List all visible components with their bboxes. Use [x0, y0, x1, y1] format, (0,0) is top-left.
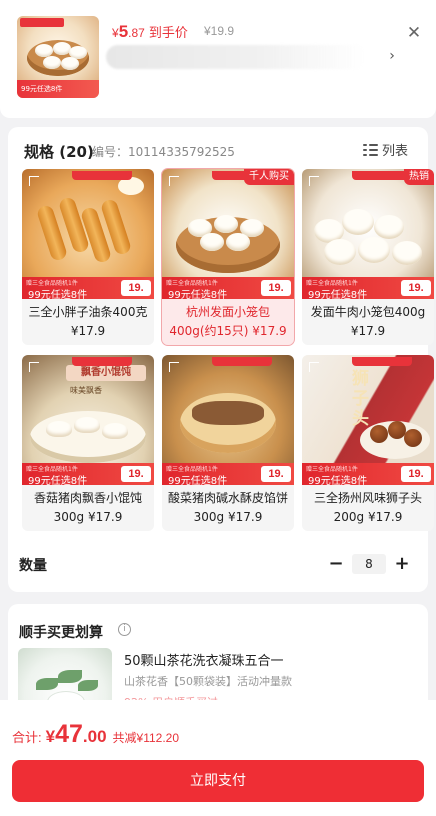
checkout-bar: 合计: ¥ 47 .00 共减¥112.20 立即支付 [0, 700, 436, 816]
quantity-increase-button[interactable]: + [392, 554, 412, 574]
spec-option-label: 发面牛肉小笼包400g ¥17.9 [310, 305, 426, 338]
total-decimal: .00 [82, 727, 107, 746]
price-chip: 19. [261, 466, 291, 482]
image-title-text: 飘香小馄饨 [66, 365, 146, 381]
total-price: 合计: ¥ 47 .00 共减¥112.20 [12, 720, 179, 749]
popular-badge: 千人购买 [244, 169, 294, 185]
promo-text: 99元任选8件 [28, 290, 88, 299]
bundle-title: 顺手买更划算 [19, 625, 103, 641]
spec-option-label: 三全扬州风味狮子头200g ¥17.9 [313, 491, 422, 524]
price-chip: 19. [401, 280, 431, 296]
total-saved: 共减¥112.20 [112, 731, 180, 745]
bun-graphic [61, 57, 79, 70]
list-toggle-label: 列表 [381, 144, 408, 159]
promo-strip: 赠三全食品随机1件 99元任选8件 19. [162, 463, 294, 485]
list-icon [362, 143, 378, 156]
spec-option-label: 杭州发面小笼包400g(约15只) ¥17.9 [169, 305, 287, 338]
bundle-product-sub: 山茶花香【50颗袋装】活动冲量款 [124, 675, 292, 688]
total-integer: 47 [55, 720, 83, 748]
price-chip: 19. [121, 280, 151, 296]
spec-option-selected[interactable]: 千人购买 赠三全食品随机1件 99元任选8件 19. 杭州发面小笼包400g(约… [161, 168, 295, 346]
expand-icon[interactable] [29, 176, 39, 186]
price-currency: ¥ [112, 26, 119, 40]
expand-icon[interactable] [169, 362, 179, 372]
spec-number: 编号：10114335792525 [92, 143, 235, 160]
hot-badge: 热销 [404, 169, 434, 185]
quantity-label: 数量 [19, 558, 47, 574]
spec-option-label: 香菇猪肉飘香小馄饨300g ¥17.9 [33, 491, 142, 524]
promo-text: 99元任选8件 [308, 290, 368, 299]
spec-option[interactable]: 赠三全食品随机1件 99元任选8件 19. 酸菜猪肉碱水酥皮馅饼300g ¥17… [162, 355, 294, 531]
blurred-info-bar [106, 45, 366, 69]
spec-option-label: 酸菜猪肉碱水酥皮馅饼300g ¥17.9 [167, 491, 288, 524]
bundle-product-name[interactable]: 50颗山茶花洗衣凝珠五合一 [124, 650, 284, 669]
promo-text: 99元任选8件 [28, 476, 88, 485]
expand-icon[interactable] [29, 362, 39, 372]
thumbnail-promo: 99元任选8件 [17, 80, 99, 98]
spec-option[interactable]: 热销 赠三全食品随机1件 99元任选8件 19. 发面牛肉小笼包400g ¥17… [302, 169, 434, 345]
thumbnail-tag [20, 18, 64, 27]
image-top-tag [352, 171, 412, 180]
spec-number-value: 10114335792525 [128, 145, 235, 159]
original-price: ¥19.9 [204, 24, 235, 38]
expand-icon[interactable] [309, 176, 319, 186]
chevron-right-icon[interactable]: › [384, 46, 400, 66]
info-icon[interactable]: i [118, 623, 131, 636]
promo-strip: 赠三全食品随机1件 99元任选8件 19. [162, 277, 294, 299]
spec-number-label: 编号： [92, 145, 129, 159]
product-thumbnail[interactable]: 99元任选8件 [17, 16, 99, 98]
price-decimal: .87 [128, 26, 145, 40]
expand-icon[interactable] [169, 176, 179, 186]
image-top-tag [72, 357, 132, 366]
deal-price: ¥5.87 到手价 [112, 22, 188, 42]
image-top-tag [72, 171, 132, 180]
product-image: 飘香小馄饨 味美飘香 赠三全食品随机1件 99元任选8件 19. [22, 355, 154, 485]
image-top-tag [212, 357, 272, 366]
close-icon[interactable]: ✕ [403, 22, 425, 44]
bun-graphic [43, 56, 61, 69]
list-view-toggle[interactable]: 列表 [362, 140, 408, 159]
promo-text: 99元任选8件 [308, 476, 368, 485]
promo-text: 99元任选8件 [168, 290, 228, 299]
image-title-text: 狮子头 [352, 369, 369, 429]
product-header: 99元任选8件 ¥5.87 到手价 ¥19.9 ✕ › [0, 0, 436, 118]
price-chip: 19. [121, 466, 151, 482]
quantity-decrease-button[interactable]: − [326, 554, 346, 574]
promo-strip: 赠三全食品随机1件 99元任选8件 19. [22, 277, 154, 299]
price-integer: 5 [118, 22, 129, 41]
spec-option-label: 三全小胖子油条400克 ¥17.9 [28, 305, 148, 338]
pay-now-button[interactable]: 立即支付 [12, 760, 424, 802]
spec-title: 规格 (20) [24, 143, 94, 161]
price-chip: 19. [401, 466, 431, 482]
product-image: 赠三全食品随机1件 99元任选8件 19. [22, 169, 154, 299]
product-image: 热销 赠三全食品随机1件 99元任选8件 19. [302, 169, 434, 299]
quantity-input[interactable]: 8 [352, 554, 386, 574]
product-image: 狮子头 赠三全食品随机1件 99元任选8件 19. [302, 355, 434, 485]
image-top-tag [352, 357, 412, 366]
product-image: 千人购买 赠三全食品随机1件 99元任选8件 19. [162, 169, 294, 299]
spec-option[interactable]: 飘香小馄饨 味美飘香 赠三全食品随机1件 99元任选8件 19. 香菇猪肉飘香小… [22, 355, 154, 531]
spec-option[interactable]: 赠三全食品随机1件 99元任选8件 19. 三全小胖子油条400克 ¥17.9 [22, 169, 154, 345]
promo-strip: 赠三全食品随机1件 99元任选8件 19. [22, 463, 154, 485]
promo-strip: 赠三全食品随机1件 99元任选8件 19. [302, 463, 434, 485]
promo-strip: 赠三全食品随机1件 99元任选8件 19. [302, 277, 434, 299]
promo-text: 99元任选8件 [168, 476, 228, 485]
image-subtitle-text: 味美飘香 [70, 386, 102, 395]
product-image: 赠三全食品随机1件 99元任选8件 19. [162, 355, 294, 485]
spec-option[interactable]: 狮子头 赠三全食品随机1件 99元任选8件 19. 三全扬州风味狮子头200g … [302, 355, 434, 531]
total-currency: ¥ [45, 727, 56, 746]
price-chip: 19. [261, 280, 291, 296]
expand-icon[interactable] [309, 362, 319, 372]
spec-selector-card: 规格 (20) 编号：10114335792525 列表 赠三全食品随机1件 9… [8, 127, 434, 592]
total-label: 合计: [12, 730, 42, 745]
price-label: 到手价 [148, 25, 188, 40]
